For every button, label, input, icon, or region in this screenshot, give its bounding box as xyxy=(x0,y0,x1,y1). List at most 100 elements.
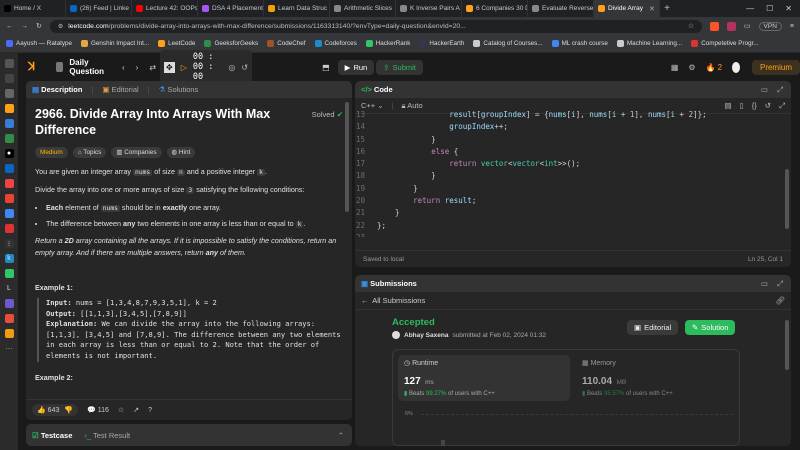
vpn-button[interactable]: VPN xyxy=(758,21,782,31)
sidebar-toggle-icon[interactable]: ▭ xyxy=(744,22,751,30)
browser-tab[interactable]: Arithmetic Slices xyxy=(330,0,396,17)
sidebar-gfg-icon[interactable] xyxy=(4,134,14,143)
settings-icon[interactable]: ⚙ xyxy=(688,63,695,72)
like-button[interactable]: 👍 643 xyxy=(37,406,59,414)
daily-question-link[interactable]: Daily Question xyxy=(69,58,110,76)
sidebar-chrome-icon[interactable] xyxy=(4,209,14,218)
drag-handle-icon[interactable]: ✥ xyxy=(164,61,175,73)
tab-editorial[interactable]: ▣ Editorial xyxy=(102,85,138,94)
brave-rewards-icon[interactable] xyxy=(726,21,736,31)
share-icon[interactable]: ↗ xyxy=(133,406,139,414)
sidebar-history-icon[interactable] xyxy=(4,89,14,98)
sidebar-l-icon[interactable]: L xyxy=(5,284,14,293)
author-avatar[interactable] xyxy=(392,331,400,339)
submit-button[interactable]: ⇪ Submit xyxy=(376,59,423,75)
run-button[interactable]: ▶ Run xyxy=(337,59,375,75)
code-line[interactable]: 15 } xyxy=(355,134,791,146)
browser-tab[interactable]: K Inverse Pairs A xyxy=(396,0,462,17)
shuffle-icon[interactable]: ⇄ xyxy=(149,63,156,72)
sidebar-extension2-icon[interactable] xyxy=(4,314,14,323)
topics-pill[interactable]: ⌂ Topics xyxy=(72,146,107,159)
sidebar-gmail-icon[interactable] xyxy=(4,194,14,203)
code-line[interactable]: 19 } xyxy=(355,183,791,195)
format-code-icon[interactable]: {} xyxy=(752,101,757,111)
tab-description[interactable]: ▤ Description xyxy=(32,85,82,94)
browser-tab[interactable]: Evaluate Reverse xyxy=(528,0,594,17)
back-icon[interactable]: ← xyxy=(6,23,13,30)
sidebar-more-icon[interactable]: ⋯ xyxy=(5,344,14,353)
all-submissions-link[interactable]: ← All Submissions xyxy=(361,296,425,305)
bookmark-star-icon[interactable]: ☆ xyxy=(688,22,694,30)
bookmark-icon[interactable]: ▯ xyxy=(740,101,744,111)
editorial-button[interactable]: ▣ Editorial xyxy=(627,320,679,335)
sidebar-reading-icon[interactable] xyxy=(4,74,14,83)
bookmark-item[interactable]: Competetive Progr... xyxy=(691,40,759,47)
sidebar-hackerrank-icon[interactable] xyxy=(4,269,14,278)
bookmark-item[interactable]: LeetCode xyxy=(158,40,195,47)
description-scrollbar[interactable] xyxy=(345,102,349,212)
star-icon[interactable]: ☆ xyxy=(118,406,124,414)
avatar[interactable] xyxy=(732,61,740,73)
close-window-icon[interactable]: ✕ xyxy=(785,4,792,13)
memory-stat[interactable]: ▦ Memory 110.04 MB ▮ Beats 95.57% of use… xyxy=(576,355,736,401)
browser-tab[interactable]: DSA 4 Placement xyxy=(198,0,264,17)
browser-tab[interactable]: Divide Array ✕ xyxy=(594,0,660,17)
solution-button[interactable]: ✎ Solution xyxy=(685,320,736,335)
sidebar-apps-icon[interactable]: ⁝ xyxy=(4,239,14,248)
problem-list-icon[interactable] xyxy=(56,62,64,72)
sidebar-extension3-icon[interactable] xyxy=(4,329,14,338)
code-scrollbar[interactable] xyxy=(785,169,789,229)
premium-button[interactable]: Premium xyxy=(751,59,800,75)
code-line[interactable]: 17 return vector<vector<int>>(); xyxy=(355,158,791,170)
browser-tab[interactable]: (26) Feed | Linke xyxy=(66,0,132,17)
difficulty-badge[interactable]: Medium xyxy=(35,146,68,159)
code-line[interactable]: 23 xyxy=(355,232,791,237)
reload-icon[interactable]: ↻ xyxy=(36,22,42,30)
streak-counter[interactable]: 🔥 2 xyxy=(706,63,722,72)
minimize-icon[interactable]: — xyxy=(746,4,754,13)
forward-icon[interactable]: → xyxy=(21,23,28,30)
sidebar-k-icon[interactable]: k xyxy=(4,254,14,263)
help-icon[interactable]: ? xyxy=(148,407,152,414)
expand-icon[interactable]: ⌃ xyxy=(338,431,344,440)
brave-shield-icon[interactable] xyxy=(709,21,719,31)
bookmark-item[interactable]: HackerRank xyxy=(365,40,410,47)
bookmark-item[interactable]: Machine Learning... xyxy=(616,40,682,47)
reset-timer-icon[interactable]: ↺ xyxy=(241,63,248,72)
bookmark-item[interactable]: Genshin Impact Int... xyxy=(81,40,149,47)
code-line[interactable]: 21 } xyxy=(355,207,791,219)
bookmark-item[interactable]: Aayush — Ratatype xyxy=(6,40,72,47)
prev-problem-icon[interactable]: ‹ xyxy=(122,63,125,72)
leetcode-logo-icon[interactable]: ꓘ xyxy=(28,60,38,74)
comments-button[interactable]: 💬 116 xyxy=(87,406,109,414)
browser-tab[interactable]: Learn Data Struc xyxy=(264,0,330,17)
notes-icon[interactable]: ▤ xyxy=(724,101,731,111)
minimize-panel-icon[interactable]: ▭ xyxy=(761,85,768,95)
code-line[interactable]: 14 groupIndex++; xyxy=(355,121,791,133)
bookmark-item[interactable]: ML crash course xyxy=(551,40,608,47)
author-name[interactable]: Abhay Saxena xyxy=(404,332,448,339)
sidebar-panel-icon[interactable] xyxy=(4,59,14,68)
tab-testcase[interactable]: ☑ Testcase xyxy=(32,431,72,440)
new-tab-button[interactable]: + xyxy=(660,3,674,14)
browser-tab[interactable]: Home / X xyxy=(0,0,66,17)
link-icon[interactable]: 🔗︎ xyxy=(775,296,785,305)
sidebar-leetcode-icon[interactable] xyxy=(4,104,14,113)
browser-tab[interactable]: 6 Companies 30 D xyxy=(462,0,528,17)
maximize-icon[interactable]: ☐ xyxy=(766,4,773,13)
tab-solutions[interactable]: ⚗ Solutions xyxy=(159,85,199,94)
layout-icon[interactable]: ▦ xyxy=(671,63,679,72)
hide-timer-icon[interactable]: ◎ xyxy=(228,63,235,72)
companies-pill[interactable]: ▥ Companies xyxy=(111,146,162,159)
reset-code-icon[interactable]: ↺ xyxy=(765,101,771,111)
fullscreen-icon[interactable]: ⤢ xyxy=(779,101,785,111)
code-line[interactable]: 18 } xyxy=(355,170,791,182)
submissions-scrollbar[interactable] xyxy=(785,320,789,370)
hint-pill[interactable]: ◍ Hint xyxy=(166,146,196,159)
site-info-icon[interactable]: ⚙ xyxy=(58,23,63,30)
runtime-stat[interactable]: ◷ Runtime 127 ms ▮ Beats 99.27% of users… xyxy=(398,355,570,401)
tab-test-result[interactable]: ›_ Test Result xyxy=(84,431,130,440)
bookmark-item[interactable]: CodeChef xyxy=(267,40,306,47)
code-line[interactable]: 16 else { xyxy=(355,146,791,158)
maximize-panel-icon[interactable]: ⤢ xyxy=(777,279,783,289)
